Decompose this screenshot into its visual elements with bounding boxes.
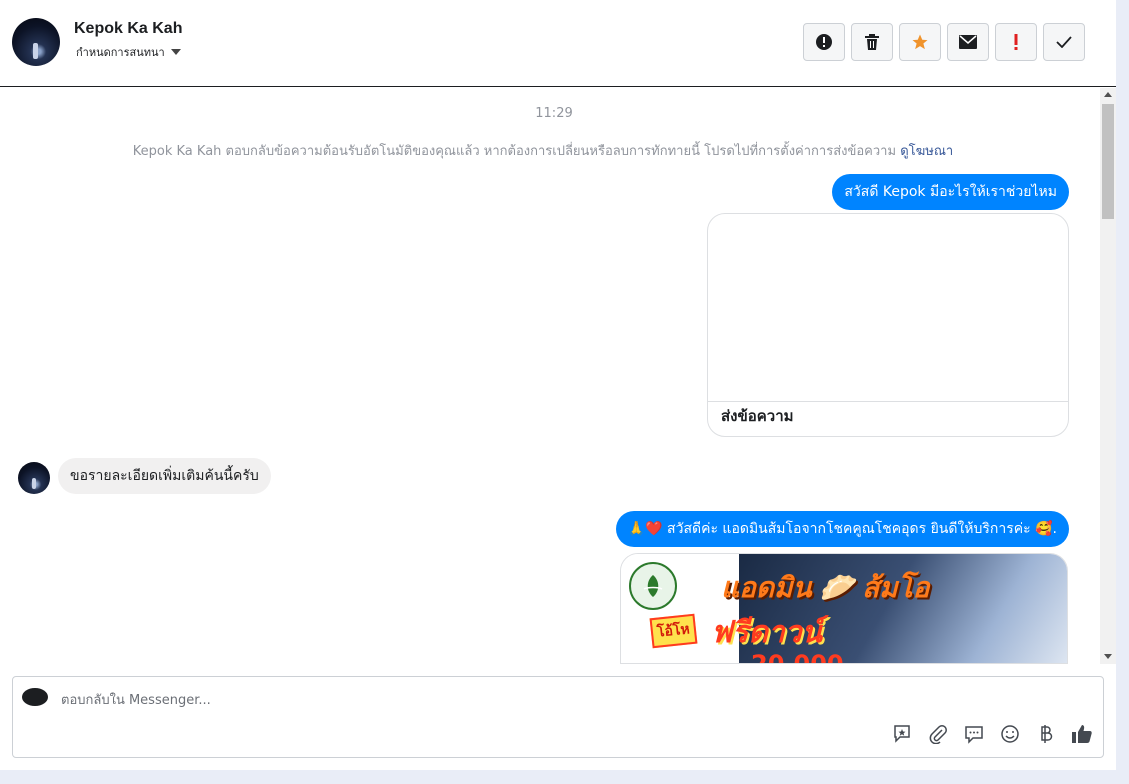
promo-title: แอดมิน 🥟 ส้มโอ: [721, 572, 930, 603]
checkmark-icon: [1056, 36, 1072, 48]
incoming-message[interactable]: ขอรายละเอียดเพิ่มเติมค้นนี้ครับ: [58, 458, 271, 494]
trash-icon: [865, 34, 879, 50]
conversation-header: Kepok Ka Kah กำหนดการสนทนา: [0, 0, 1116, 87]
mark-unread-button[interactable]: [947, 23, 989, 61]
scrollbar[interactable]: [1100, 88, 1116, 664]
caret-down-icon: [170, 49, 181, 55]
contact-name[interactable]: Kepok Ka Kah: [74, 20, 182, 38]
message-list[interactable]: 11:29 Kepok Ka Kah ตอบกลับข้อความต้อนรับ…: [0, 88, 1100, 664]
spam-button[interactable]: [995, 23, 1037, 61]
done-button[interactable]: [1043, 23, 1085, 61]
system-note: Kepok Ka Kah ตอบกลับข้อความต้อนรับอัตโนม…: [0, 140, 1086, 161]
scroll-down-arrow-icon[interactable]: [1104, 654, 1112, 659]
promo-amount: 20,000: [751, 650, 844, 664]
outgoing-message-2[interactable]: 🙏❤️ สวัสดีค่ะ แอดมินส้มโอจากโชคคูณโชคอุด…: [615, 511, 1069, 547]
logo-icon: [629, 562, 677, 610]
promo-badge: โอ้โห: [649, 613, 698, 649]
view-ad-link[interactable]: ดูโฆษณา: [900, 144, 953, 159]
baht-icon[interactable]: [1035, 723, 1057, 745]
attachment-icon[interactable]: [927, 723, 949, 745]
outgoing-message[interactable]: สวัสดี Kepok มีอะไรให้เราช่วยไหม: [832, 174, 1069, 210]
report-button[interactable]: [803, 23, 845, 61]
reply-composer: [12, 676, 1104, 758]
status-dropdown[interactable]: กำหนดการสนทนา: [76, 43, 181, 61]
scroll-up-arrow-icon[interactable]: [1104, 92, 1112, 97]
alert-circle-icon: [816, 34, 832, 50]
like-icon[interactable]: [1071, 723, 1093, 745]
emoji-icon[interactable]: [999, 723, 1021, 745]
exclamation-icon: [1014, 34, 1018, 50]
promo-image[interactable]: แอดมิน 🥟 ส้มโอ โอ้โห ฟรีดาวน์ 20,000: [620, 553, 1068, 664]
delete-button[interactable]: [851, 23, 893, 61]
reply-input[interactable]: [61, 690, 861, 710]
composer-toolbar: [891, 723, 1093, 745]
message-card: ส่งข้อความ: [707, 213, 1069, 437]
envelope-icon: [959, 35, 977, 49]
system-note-text: Kepok Ka Kah ตอบกลับข้อความต้อนรับอัตโนม…: [132, 144, 897, 159]
status-label: กำหนดการสนทนา: [76, 46, 165, 59]
conversation-panel: Kepok Ka Kah กำหนดการสนทนา 11:29 Kepok K…: [0, 0, 1116, 770]
promo-headline: ฟรีดาวน์: [711, 616, 823, 649]
card-divider: [708, 401, 1068, 402]
sticker-icon[interactable]: [891, 723, 913, 745]
message-timestamp: 11:29: [535, 106, 573, 121]
star-icon: [912, 34, 928, 50]
star-button[interactable]: [899, 23, 941, 61]
page-avatar: [22, 688, 48, 706]
send-message-button[interactable]: ส่งข้อความ: [721, 404, 794, 428]
action-toolbar: [803, 23, 1085, 61]
avatar[interactable]: [12, 18, 60, 66]
sender-avatar: [18, 462, 50, 494]
scroll-thumb[interactable]: [1102, 104, 1114, 219]
saved-reply-icon[interactable]: [963, 723, 985, 745]
